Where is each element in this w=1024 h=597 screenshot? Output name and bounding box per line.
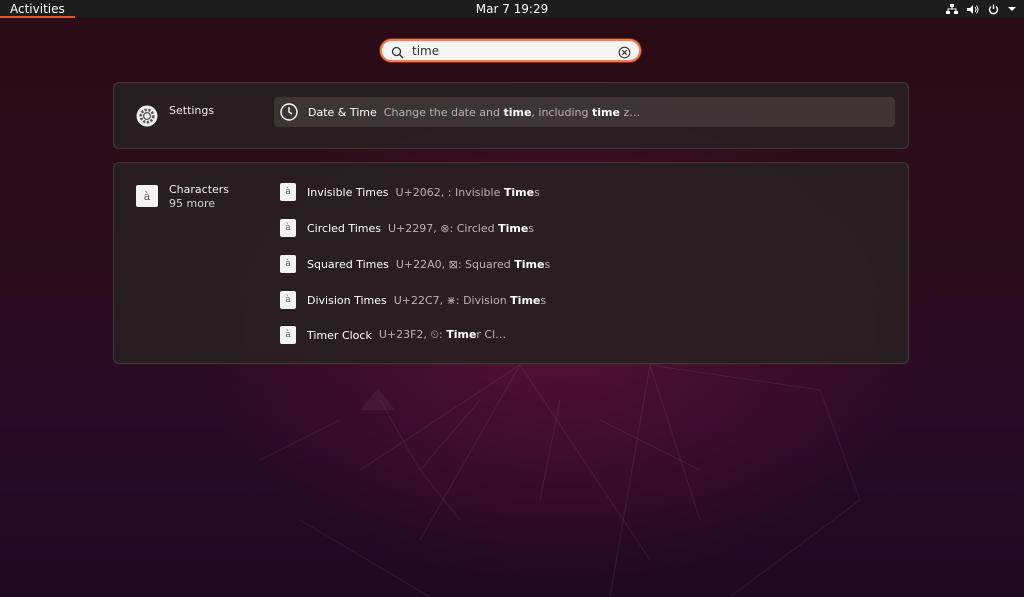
power-icon[interactable] [988, 4, 999, 15]
characters-provider-name: Characters [169, 183, 230, 196]
more-results-count: 95 more [169, 197, 215, 210]
gear-icon [136, 105, 158, 127]
search-field[interactable] [380, 39, 641, 62]
result-description: U+2297, ⊗: Circled Times [388, 221, 535, 235]
result-title: Date & Time [308, 105, 377, 119]
character-icon: à [280, 326, 296, 344]
character-result[interactable]: à Circled Times U+2297, ⊗: Circled Times [280, 213, 680, 243]
activities-button[interactable]: Activities [0, 0, 75, 18]
result-description: U+2062, : Invisible Times [395, 185, 540, 199]
character-icon: à [280, 219, 296, 237]
character-result[interactable]: à Invisible Times U+2062, : Invisible Ti… [280, 177, 680, 207]
clock-icon [280, 103, 298, 121]
character-icon: à [280, 183, 296, 201]
characters-app-icon: à [136, 185, 158, 207]
result-description: U+22C7, ⋇: Division Times [393, 293, 547, 307]
character-icon: à [280, 291, 296, 309]
result-title: Squared Times [307, 257, 389, 271]
character-result[interactable]: à Squared Times U+22A0, ⊠: Squared Times [280, 249, 680, 279]
search-icon [391, 44, 404, 63]
result-description: Change the date and time, including time… [383, 105, 641, 119]
character-result[interactable]: à Timer Clock U+23F2, ⏲: Timer Cl… [280, 320, 680, 350]
chevron-down-icon[interactable] [1008, 6, 1016, 12]
settings-provider-name: Settings [169, 104, 215, 117]
system-tray[interactable] [946, 0, 1016, 18]
clock-display: Mar 7 19:29 [0, 0, 1024, 18]
date-time-result[interactable]: Date & Time Change the date and time, in… [274, 97, 895, 127]
top-bar: Activities Mar 7 19:29 [0, 0, 1024, 18]
character-result[interactable]: à Division Times U+22C7, ⋇: Division Tim… [280, 285, 680, 315]
characters-results-panel: à Characters 95 more à Invisible Times U… [113, 162, 909, 364]
result-title: Division Times [307, 293, 387, 307]
result-title: Circled Times [307, 221, 382, 235]
network-icon[interactable] [946, 3, 958, 15]
clear-search-icon[interactable] [618, 44, 631, 63]
settings-provider[interactable]: Settings [114, 83, 264, 148]
clock-button[interactable]: Mar 7 19:29 [476, 2, 549, 16]
result-title: Invisible Times [307, 185, 389, 199]
search-input[interactable] [412, 42, 612, 59]
settings-results-panel: Settings Date & Time Change the date and… [113, 82, 909, 149]
result-description: U+23F2, ⏲: Timer Cl… [378, 328, 507, 341]
result-description: U+22A0, ⊠: Squared Times [395, 257, 551, 271]
character-icon: à [280, 255, 296, 273]
characters-provider[interactable]: à Characters 95 more [114, 163, 264, 223]
result-title: Timer Clock [307, 328, 372, 342]
volume-icon[interactable] [967, 4, 979, 15]
